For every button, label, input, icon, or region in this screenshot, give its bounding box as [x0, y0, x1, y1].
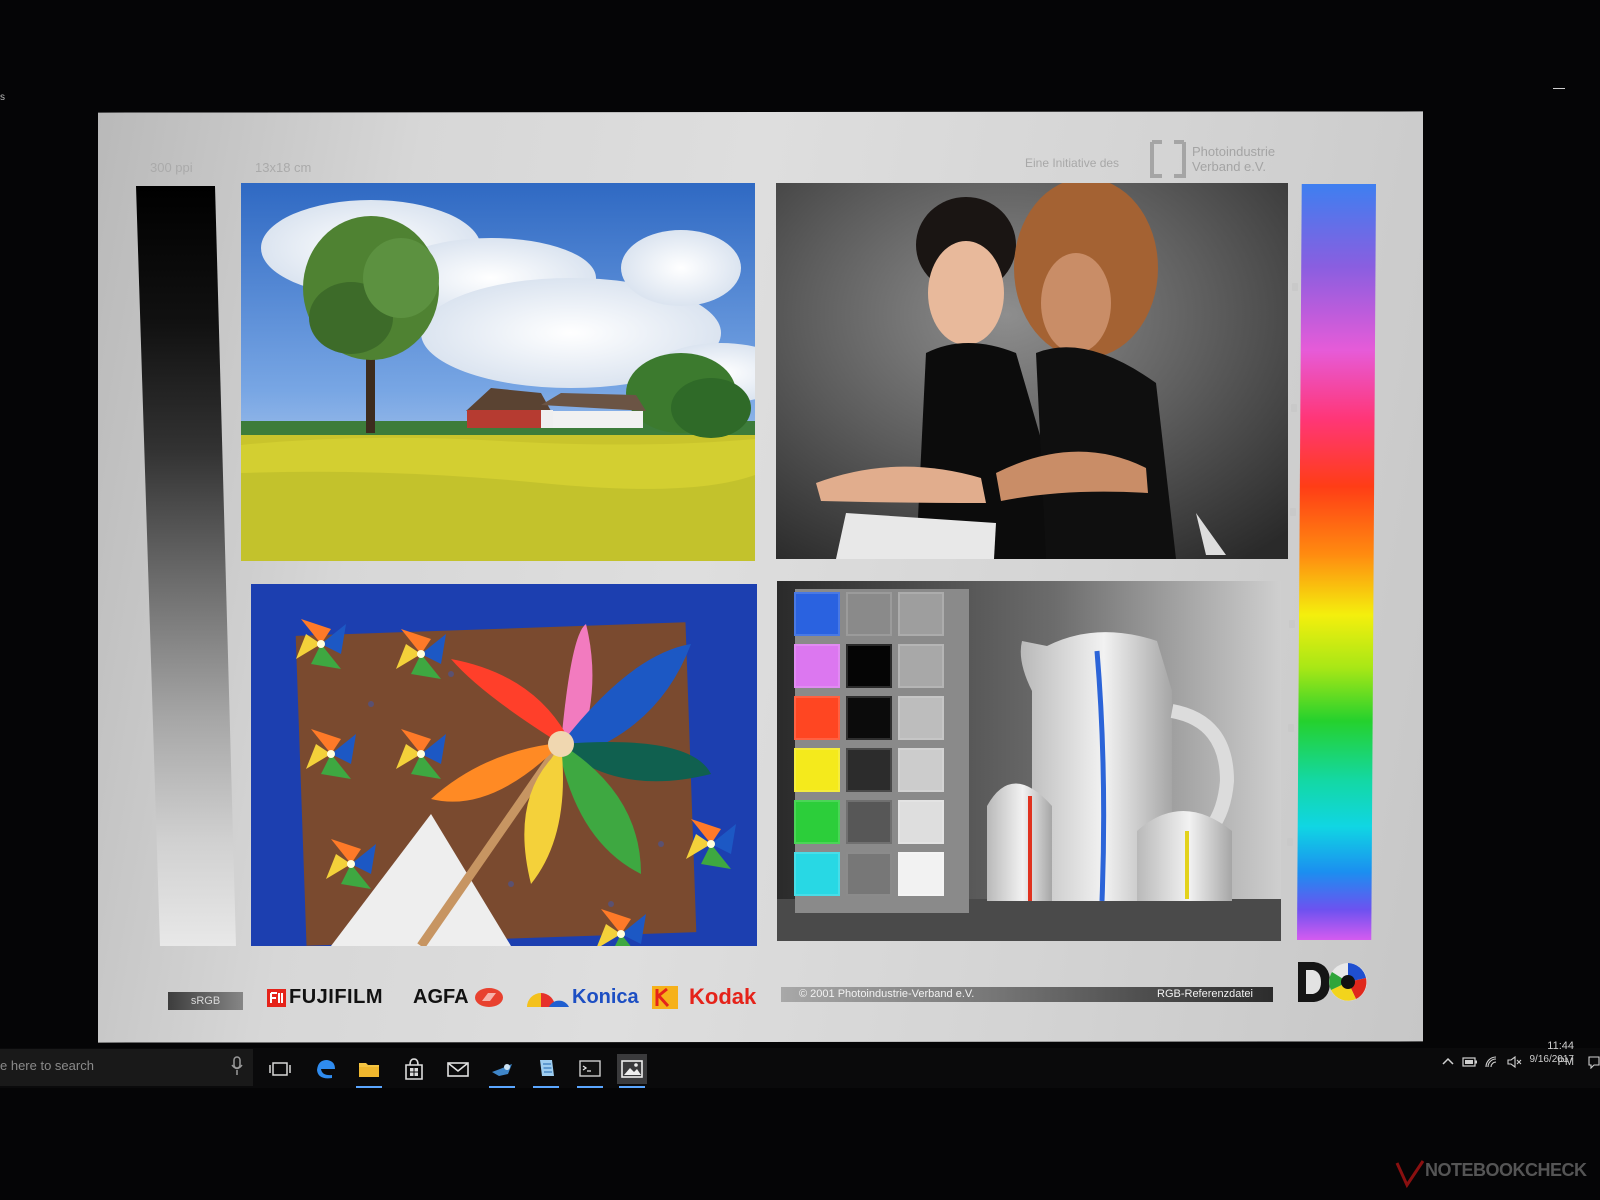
- running-indicator: [356, 1086, 382, 1088]
- watermark-text: NOTEBOOKCHECK: [1425, 1160, 1587, 1180]
- color-swatch: [846, 644, 892, 688]
- color-swatch: [794, 800, 840, 844]
- color-swatch: [898, 800, 944, 844]
- search-placeholder: e here to search: [0, 1058, 94, 1073]
- spectrum-tick: [1290, 508, 1296, 516]
- file-explorer-icon[interactable]: [354, 1054, 384, 1088]
- color-swatch: [898, 696, 944, 740]
- microphone-icon[interactable]: [230, 1056, 244, 1076]
- spectrum-tick: [1292, 283, 1298, 291]
- brand-fujifilm: FUJIFILM: [289, 986, 383, 1008]
- spectrum-tick: [1288, 724, 1294, 732]
- print-size-label: 13x18 cm: [255, 160, 312, 175]
- color-swatch-grid: [794, 592, 954, 902]
- pinwheel-photo: [251, 584, 757, 946]
- do-color-wheel-logo-icon: [1298, 962, 1367, 1002]
- edge-icon[interactable]: [310, 1054, 340, 1084]
- color-swatch: [846, 748, 892, 792]
- color-swatch: [794, 748, 840, 792]
- notification-icon[interactable]: [1588, 1055, 1600, 1069]
- srgb-badge: sRGB: [168, 992, 243, 1010]
- spectrum-tick: [1287, 838, 1293, 846]
- running-indicator: [533, 1086, 559, 1088]
- copyright-bar: © 2001 Photoindustrie-Verband e.V. RGB-R…: [781, 987, 1273, 1002]
- brand-agfa: AGFA: [413, 986, 469, 1008]
- store-icon[interactable]: [399, 1054, 429, 1084]
- konica-rainbow-icon: [527, 993, 569, 1007]
- brand-kodak: Kodak: [689, 984, 757, 1009]
- color-swatch: [846, 696, 892, 740]
- fujifilm-logo-icon: [267, 989, 286, 1007]
- color-swatch: [846, 800, 892, 844]
- running-indicator: [489, 1086, 515, 1088]
- spectrum-tick: [1289, 620, 1295, 628]
- organization-name: Photoindustrie Verband e.V.: [1192, 144, 1276, 174]
- copyright-text: © 2001 Photoindustrie-Verband e.V.: [799, 988, 975, 1000]
- color-swatch: [794, 852, 840, 896]
- portrait-photo: [776, 183, 1288, 559]
- landscape-photo: [241, 183, 755, 561]
- initiative-label: Eine Initiative des: [1025, 156, 1120, 170]
- running-indicator: [577, 1086, 603, 1088]
- volume-muted-icon[interactable]: [1506, 1055, 1522, 1069]
- file-label: RGB-Referenzdatei: [1157, 988, 1253, 1000]
- task-view-icon[interactable]: [265, 1054, 295, 1084]
- color-swatch: [794, 644, 840, 688]
- notepad-icon[interactable]: [531, 1054, 561, 1088]
- color-swatch: [898, 644, 944, 688]
- color-swatch: [898, 852, 944, 896]
- kodak-logo-icon: [652, 986, 678, 1009]
- command-prompt-icon[interactable]: [575, 1054, 605, 1088]
- color-swatch: [898, 748, 944, 792]
- color-swatch: [846, 592, 892, 636]
- mail-icon[interactable]: [443, 1054, 473, 1084]
- minimize-icon[interactable]: [1553, 88, 1565, 89]
- rainbow-spectrum-bar: [1297, 184, 1376, 940]
- window-title-fragment: s: [0, 92, 5, 103]
- wifi-icon[interactable]: [1484, 1055, 1500, 1069]
- battery-icon[interactable]: [1462, 1055, 1478, 1069]
- chevron-up-icon[interactable]: [1441, 1055, 1455, 1069]
- resolution-label: 300 ppi: [150, 160, 193, 175]
- running-indicator: [619, 1086, 645, 1088]
- brand-konica: Konica: [572, 986, 639, 1008]
- steam-icon[interactable]: [487, 1054, 517, 1088]
- color-swatch: [846, 852, 892, 896]
- clock-date[interactable]: 9/16/2017: [1528, 1054, 1575, 1065]
- agfa-rhombus-icon: [475, 988, 503, 1007]
- photos-icon[interactable]: [617, 1054, 647, 1088]
- color-swatch: [794, 696, 840, 740]
- spectrum-tick: [1291, 404, 1297, 412]
- color-swatch: [898, 592, 944, 636]
- color-swatch: [794, 592, 840, 636]
